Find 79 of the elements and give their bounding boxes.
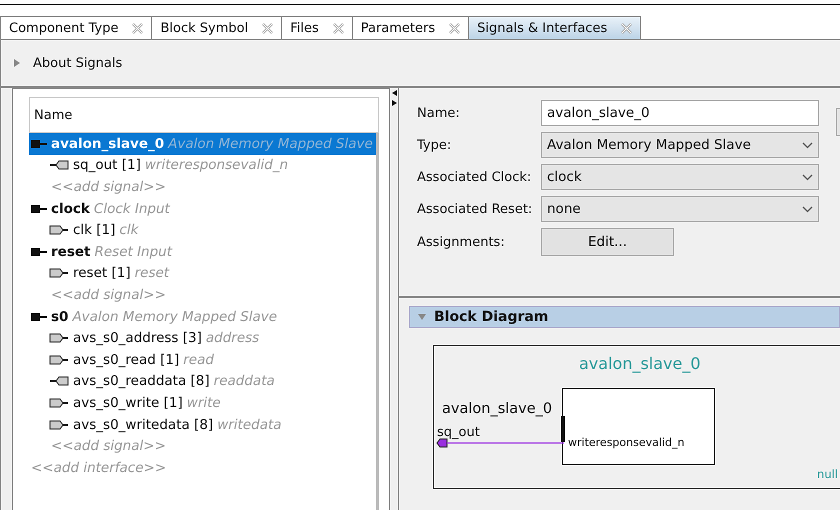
interface-type: Clock Input xyxy=(94,200,170,217)
close-icon[interactable] xyxy=(132,22,144,34)
chevron-down-icon xyxy=(802,206,813,212)
signal-name: clk [1] xyxy=(73,222,116,238)
input-port-icon xyxy=(49,354,69,365)
input-port-icon xyxy=(49,398,69,408)
edit-button[interactable]: Edit... xyxy=(541,228,674,256)
chevron-down-icon xyxy=(802,142,813,148)
tab[interactable]: Signals & Interfaces xyxy=(468,16,642,39)
interface-name: avalon_slave_0 xyxy=(51,136,164,152)
input-port-icon xyxy=(49,225,69,236)
interface-type: Avalon Memory Mapped Slave xyxy=(72,308,278,325)
port-bar xyxy=(561,416,565,442)
tree-item[interactable]: avs_s0_writedata [8] writedata xyxy=(29,414,376,436)
signal-role: read xyxy=(183,352,214,368)
interface-label: avalon_slave_0 xyxy=(442,401,552,417)
signal-role: reset xyxy=(134,265,170,282)
signal-role: clk xyxy=(119,222,138,238)
signal-name: reset [1] xyxy=(73,265,131,282)
signal-name: avs_s0_readdata [8] xyxy=(73,373,210,390)
tree-item[interactable]: avs_s0_write [1] write xyxy=(29,392,376,414)
tree-item[interactable]: sq_out [1] writeresponsevalid_n xyxy=(29,154,376,176)
interface-name: clock xyxy=(51,200,90,217)
signal-role: readdata xyxy=(214,373,275,390)
field-label: Associated Clock: xyxy=(417,168,532,186)
input-port-icon xyxy=(49,333,69,344)
interface-icon xyxy=(31,246,47,257)
instance-title: avalon_slave_0 xyxy=(579,354,701,373)
tree-item[interactable]: avalon_slave_0 Avalon Memory Mapped Slave xyxy=(29,133,376,155)
signal-label: writeresponsevalid_n xyxy=(568,436,684,449)
tree-item[interactable]: reset Reset Input xyxy=(29,240,376,263)
tree-item[interactable]: s0 Avalon Memory Mapped Slave xyxy=(29,306,376,328)
field-label: Associated Reset: xyxy=(417,200,534,218)
signal-name: avs_s0_read [1] xyxy=(73,352,180,368)
signal-role: write xyxy=(186,394,221,411)
field-label: Type: xyxy=(417,136,452,154)
signal-role: writedata xyxy=(217,416,282,433)
field-label: Assignments: xyxy=(417,234,506,252)
tree-item[interactable]: avs_s0_address [3] address xyxy=(29,327,376,349)
interface-icon xyxy=(31,204,47,214)
interface-type: Reset Input xyxy=(94,244,172,260)
close-icon[interactable] xyxy=(449,22,460,34)
signal-name: avs_s0_writedata [8] xyxy=(73,416,214,433)
interface-name: s0 xyxy=(51,308,68,325)
close-icon[interactable] xyxy=(262,22,274,34)
expand-arrow-icon[interactable] xyxy=(418,313,426,321)
tree-item[interactable]: avs_s0_read [1] read xyxy=(29,348,376,371)
interface-icon xyxy=(31,138,47,149)
corner-label: null xyxy=(817,467,838,481)
tree-item[interactable]: clk [1] clk xyxy=(29,219,376,241)
close-icon[interactable] xyxy=(621,22,632,34)
signal-role: address xyxy=(206,330,260,346)
input-port-icon xyxy=(49,420,69,430)
output-port-icon xyxy=(49,376,69,386)
signal-name: avs_s0_address [3] xyxy=(73,330,202,346)
interface-type: Avalon Memory Mapped Slave xyxy=(168,136,373,152)
dropdown[interactable]: clock xyxy=(541,164,819,190)
signal-name: sq_out [1] xyxy=(73,157,141,174)
section-title[interactable]: About Signals xyxy=(33,56,122,70)
interface-name: reset xyxy=(51,244,90,260)
tree-item[interactable]: reset [1] reset xyxy=(29,262,376,284)
output-port-icon xyxy=(49,160,69,170)
input-port-icon xyxy=(49,268,69,278)
signal-role: writeresponsevalid_n xyxy=(144,157,288,174)
expand-arrow-icon[interactable] xyxy=(13,59,21,67)
close-icon[interactable] xyxy=(332,22,344,34)
dropdown[interactable]: Avalon Memory Mapped Slave xyxy=(541,132,819,158)
tree-item[interactable]: clock Clock Input xyxy=(29,198,376,220)
section-header[interactable]: Block Diagram xyxy=(409,306,840,328)
tree-item[interactable]: avs_s0_readdata [8] readdata xyxy=(29,370,376,392)
tab[interactable]: Component Type xyxy=(0,16,152,39)
name-field[interactable]: avalon_slave_0 xyxy=(541,100,819,126)
port-label: sq_out xyxy=(437,425,480,440)
field-label: Name: xyxy=(417,104,461,122)
chevron-down-icon xyxy=(802,174,813,180)
interface-icon xyxy=(31,312,47,322)
signal-name: avs_s0_write [1] xyxy=(73,394,183,411)
column-header[interactable]: Name xyxy=(29,97,379,133)
dropdown[interactable]: none xyxy=(541,196,819,222)
